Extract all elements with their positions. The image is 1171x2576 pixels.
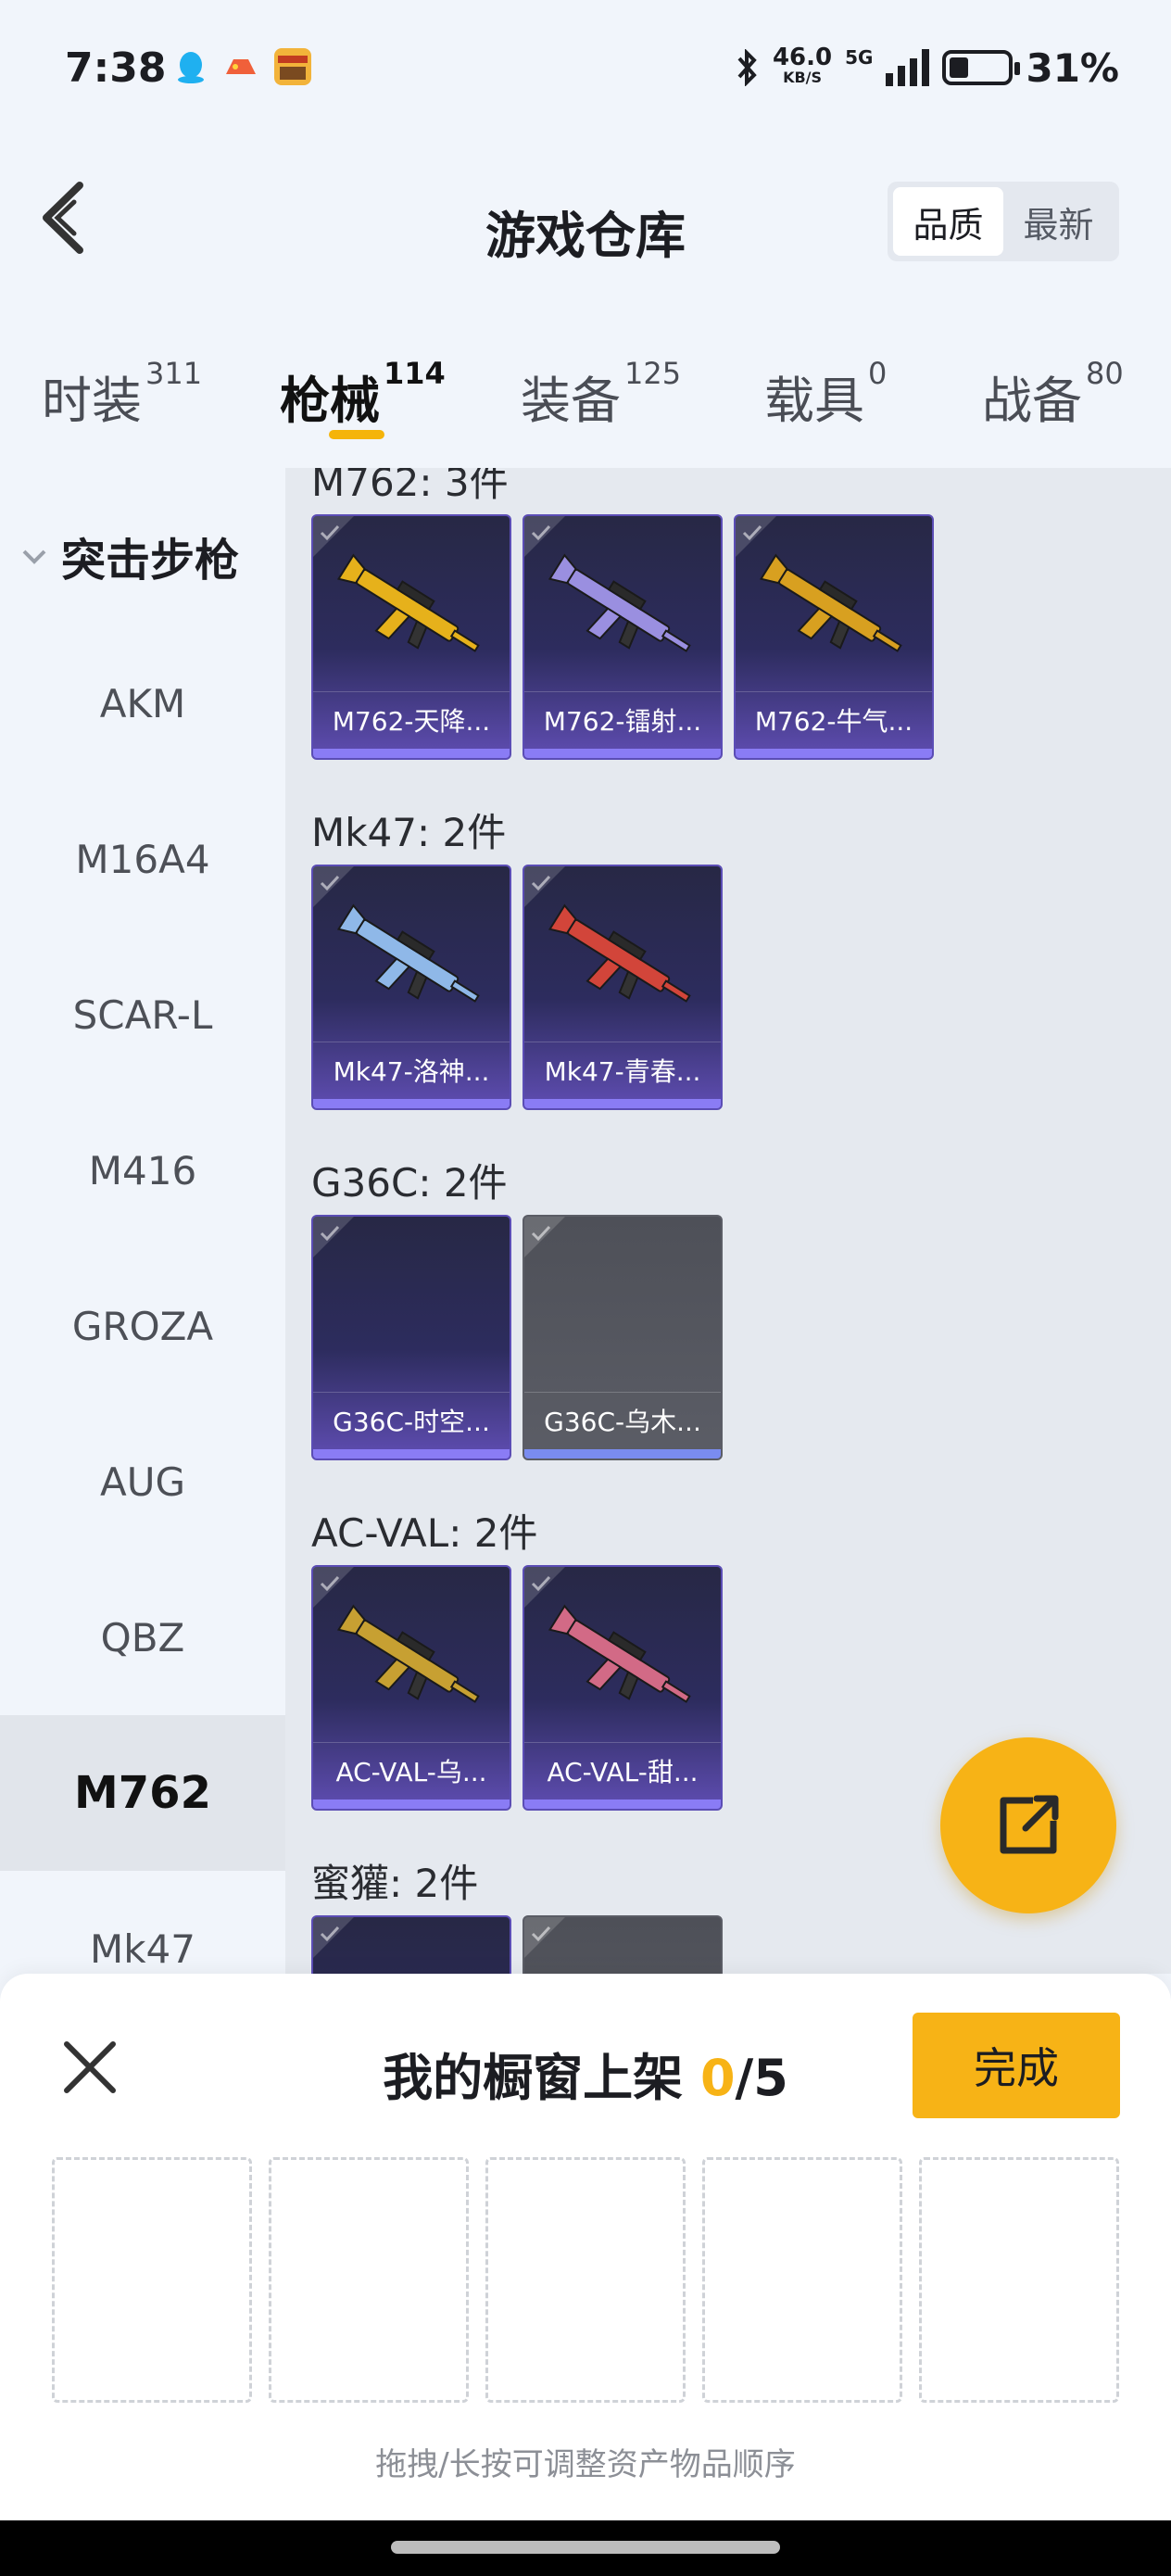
quality-bar: [313, 749, 510, 758]
weapon-card[interactable]: Mk47-青春...: [523, 865, 723, 1110]
done-button[interactable]: 完成: [913, 2013, 1120, 2118]
weapon-image: [548, 903, 691, 1003]
weapon-card[interactable]: M762-牛气...: [734, 514, 934, 760]
section-title: M762: 3件: [311, 468, 509, 505]
network-type: 5G: [845, 46, 874, 69]
tab-fashion[interactable]: 时装 311: [42, 356, 202, 433]
game-controller-icon: [222, 48, 259, 85]
header: 游戏仓库 品质 最新: [0, 139, 1171, 306]
section-title: G36C: 2件: [311, 1160, 508, 1206]
battery-icon: [942, 50, 1021, 85]
tab-vehicles[interactable]: 载具 0: [764, 356, 887, 433]
app-badge-icon: [274, 48, 311, 85]
check-icon: [320, 1575, 340, 1592]
section-title: AC-VAL: 2件: [311, 1510, 538, 1556]
check-icon: [531, 1926, 551, 1942]
weapon-name: Mk47-青春...: [524, 1042, 721, 1097]
sort-newest-button[interactable]: 最新: [1003, 187, 1114, 256]
share-icon: [1000, 1795, 1059, 1854]
weapon-card[interactable]: M762-天降...: [311, 514, 511, 760]
sidebar-group-assault-rifles[interactable]: 突击步枪: [20, 524, 239, 588]
active-tab-indicator: [329, 430, 384, 439]
sort-toggle: 品质 最新: [888, 182, 1119, 261]
weapon-image: [336, 553, 480, 652]
weapon-name: Mk47-洛神...: [313, 1042, 510, 1097]
weapon-card[interactable]: [523, 1915, 723, 1974]
weapon-card[interactable]: M762-镭射...: [523, 514, 723, 760]
network-speed: 46.0 KB/S: [772, 44, 833, 86]
check-icon: [531, 1225, 551, 1242]
sidebar-item-m762[interactable]: M762: [0, 1715, 285, 1871]
signal-icon: [886, 49, 930, 86]
sidebar-item-scar-l[interactable]: SCAR-L: [0, 937, 285, 1092]
sidebar-item-m416[interactable]: M416: [0, 1092, 285, 1248]
quality-bar: [524, 1799, 721, 1809]
quality-bar: [313, 1099, 510, 1108]
weapon-image: [336, 1604, 480, 1703]
sidebar-item-m16a4[interactable]: M16A4: [0, 781, 285, 937]
weapon-name: M762-牛气...: [736, 691, 932, 747]
weapon-image: [336, 903, 480, 1003]
status-time: 7:38: [65, 44, 167, 92]
weapon-card[interactable]: Mk47-洛神...: [311, 865, 511, 1110]
weapon-image: [548, 1604, 691, 1703]
showcase-slot[interactable]: [269, 2157, 469, 2403]
sidebar-item-groza[interactable]: GROZA: [0, 1248, 285, 1404]
showcase-slot[interactable]: [485, 2157, 686, 2403]
sidebar-item-qbz[interactable]: QBZ: [0, 1559, 285, 1715]
check-icon: [531, 1575, 551, 1592]
weapon-card[interactable]: AC-VAL-乌...: [311, 1565, 511, 1811]
weapon-name: M762-天降...: [313, 691, 510, 747]
sidebar-item-akm[interactable]: AKM: [0, 625, 285, 781]
quality-bar: [313, 1449, 510, 1458]
weapon-name: M762-镭射...: [524, 691, 721, 747]
weapon-image: [548, 553, 691, 652]
showcase-slot[interactable]: [52, 2157, 252, 2403]
section-title: Mk47: 2件: [311, 810, 507, 855]
status-bar: 7:38 46.0 KB/S 5G 31%: [0, 0, 1171, 139]
battery-percent: 31%: [1026, 44, 1119, 91]
check-icon: [531, 875, 551, 891]
quality-bar: [524, 749, 721, 758]
weapon-image: [759, 553, 902, 652]
weapon-type-sidebar: 突击步枪 AKM M16A4 SCAR-L M416 GROZA AUG QBZ…: [0, 468, 285, 1974]
showcase-count: 0: [699, 2049, 736, 2107]
system-nav-bar: [0, 2520, 1171, 2576]
quality-bar: [524, 1449, 721, 1458]
check-icon: [742, 524, 762, 541]
weapon-card[interactable]: G36C-时空...: [311, 1215, 511, 1460]
bluetooth-icon: [737, 49, 757, 86]
weapon-name: G36C-乌木...: [524, 1392, 721, 1447]
showcase-slot[interactable]: [919, 2157, 1119, 2403]
weapon-name: AC-VAL-甜...: [524, 1742, 721, 1798]
quality-bar: [736, 749, 932, 758]
check-icon: [320, 875, 340, 891]
tab-equipment[interactable]: 装备 125: [521, 356, 681, 433]
check-icon: [320, 524, 340, 541]
showcase-slot[interactable]: [702, 2157, 902, 2403]
showcase-sheet: 我的橱窗上架 0/5 完成 拖拽/长按可调整资产物品顺序: [0, 1974, 1171, 2530]
quality-bar: [313, 1799, 510, 1809]
tab-guns[interactable]: 枪械 114: [280, 356, 446, 433]
category-tabs: 时装 311 枪械 114 装备 125 载具 0 战备 80: [0, 343, 1171, 445]
tab-battle-gear[interactable]: 战备 80: [982, 356, 1124, 433]
check-icon: [320, 1926, 340, 1942]
sidebar-item-mk47[interactable]: Mk47: [0, 1871, 285, 1974]
quality-bar: [524, 1099, 721, 1108]
check-icon: [531, 524, 551, 541]
sidebar-item-aug[interactable]: AUG: [0, 1404, 285, 1559]
section-title: 蜜獾: 2件: [311, 1861, 479, 1906]
qq-app-icon: [172, 48, 209, 85]
weapon-card[interactable]: [311, 1915, 511, 1974]
sort-quality-button[interactable]: 品质: [893, 187, 1003, 256]
weapon-card[interactable]: AC-VAL-甜...: [523, 1565, 723, 1811]
chevron-down-icon: [22, 549, 46, 564]
weapon-name: AC-VAL-乌...: [313, 1742, 510, 1798]
share-button[interactable]: [940, 1737, 1116, 1913]
check-icon: [320, 1225, 340, 1242]
weapon-card[interactable]: G36C-乌木...: [523, 1215, 723, 1460]
home-gesture-bar[interactable]: [391, 2541, 780, 2554]
weapon-name: G36C-时空...: [313, 1392, 510, 1447]
showcase-hint: 拖拽/长按可调整资产物品顺序: [375, 2446, 796, 2483]
